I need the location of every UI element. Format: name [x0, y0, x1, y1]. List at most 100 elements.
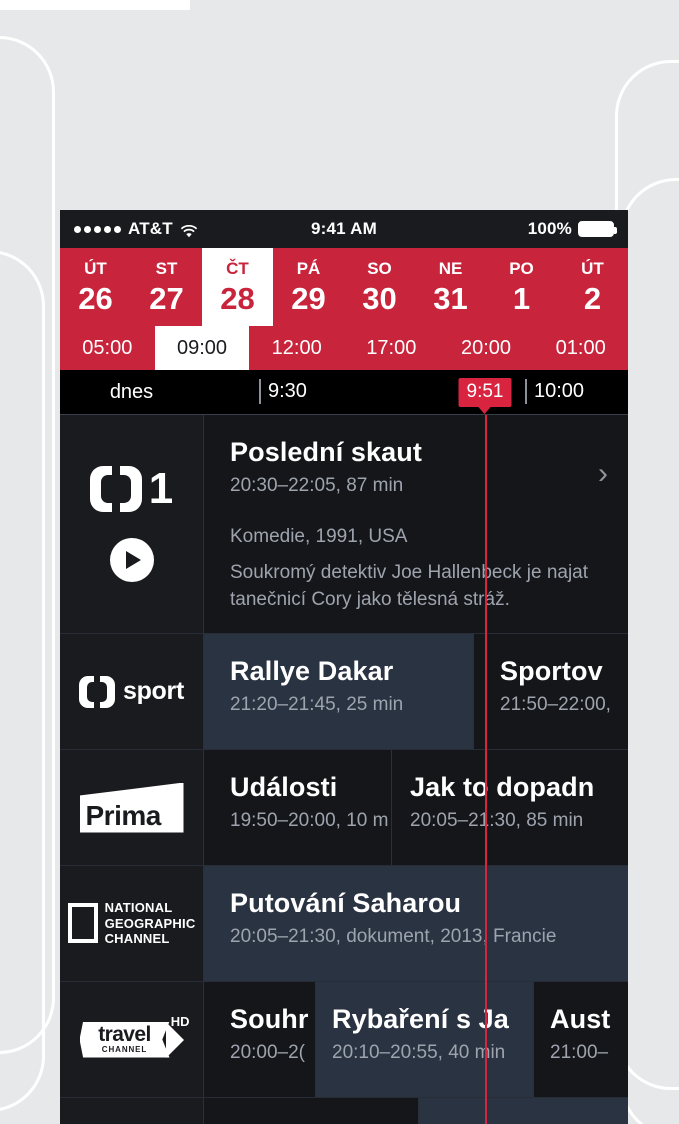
- channel-cell-prima[interactable]: Prima: [60, 750, 203, 865]
- timeline-tick-0: 9:30: [259, 379, 307, 404]
- date-num: 1: [512, 281, 531, 316]
- program-block[interactable]: Aust 21:00–: [533, 982, 628, 1097]
- program-block[interactable]: Poslední skaut 20:30–22:05, 87 min Komed…: [203, 415, 628, 633]
- date-dow: SO: [367, 259, 392, 278]
- hour-item-3[interactable]: 17:00: [344, 326, 439, 370]
- background-white-patch: [0, 0, 190, 10]
- timeline-track[interactable]: 9:30 9:51 10:00: [203, 370, 628, 414]
- program-title: Rybaření s Ja: [332, 1004, 509, 1034]
- natgeo-line-2: GEOGRAPHIC: [104, 915, 196, 931]
- table-row-partial[interactable]: [60, 1098, 628, 1124]
- date-item-6[interactable]: PO 1: [486, 248, 557, 326]
- program-cells: Souhr 20:00–2( Rybaření s Ja 20:10–20:55…: [203, 982, 628, 1097]
- channel-cell-natgeo[interactable]: NATIONAL GEOGRAPHIC CHANNEL: [60, 866, 203, 981]
- program-cells: Události 19:50–20:00, 10 m Jak to dopadn…: [203, 750, 628, 865]
- status-bar-left: AT&T: [74, 219, 311, 239]
- date-item-4[interactable]: SO 30: [344, 248, 415, 326]
- phone-outline-right-b: [620, 178, 679, 1124]
- table-row[interactable]: 1 Poslední skaut 20:30–22:05, 87 min Kom…: [60, 415, 628, 634]
- hour-item-2[interactable]: 12:00: [249, 326, 344, 370]
- program-block[interactable]: Putování Saharou 20:05–21:30, dokument, …: [203, 866, 628, 981]
- program-meta: 21:20–21:45, 25 min: [230, 694, 404, 715]
- program-block[interactable]: [203, 1098, 418, 1124]
- program-grid: 1 Poslední skaut 20:30–22:05, 87 min Kom…: [60, 415, 628, 1124]
- ct-mark-icon: [78, 673, 115, 710]
- date-dow: PÁ: [296, 259, 321, 278]
- date-num: 26: [78, 281, 113, 316]
- program-block[interactable]: Souhr 20:00–2(: [203, 982, 315, 1097]
- date-num: 28: [220, 281, 255, 316]
- table-row[interactable]: Prima Události 19:50–20:00, 10 m Jak to …: [60, 750, 628, 866]
- program-description: Komedie, 1991, USA Soukromý detektiv Joe…: [230, 523, 628, 614]
- program-block[interactable]: [418, 1098, 628, 1124]
- date-num: 2: [583, 281, 602, 316]
- program-title: Sportov: [500, 656, 603, 686]
- prima-logo: Prima: [79, 782, 184, 833]
- hour-item-4[interactable]: 20:00: [439, 326, 534, 370]
- timeline-tick-label: 9:30: [268, 380, 307, 402]
- battery-percent-label: 100%: [527, 219, 572, 238]
- table-row[interactable]: sport Rallye Dakar 21:20–21:45, 25 min S…: [60, 634, 628, 750]
- date-item-2-selected[interactable]: ČT 28: [202, 248, 273, 326]
- ct-mark-icon: [89, 464, 142, 514]
- hour-item-1-selected[interactable]: 09:00: [154, 326, 250, 370]
- date-strip[interactable]: ÚT 26 ST 27 ČT 28 PÁ 29 SO 30 NE 31 PO 1 ÚT 2: [60, 248, 628, 326]
- wifi-icon: [180, 223, 198, 237]
- program-title: Jak to dopadn: [410, 772, 595, 802]
- program-block[interactable]: Rybaření s Ja 20:10–20:55, 40 min: [315, 982, 533, 1097]
- status-bar-right: 100%: [377, 219, 617, 239]
- timeline-ruler[interactable]: dnes 9:30 9:51 10:00: [60, 370, 628, 415]
- channel-name-label: travel: [98, 1022, 151, 1046]
- date-dow: ČT: [226, 259, 249, 278]
- program-title: Putování Saharou: [230, 888, 462, 918]
- table-row[interactable]: travel CHANNEL HD Souhr 20:00–2( Rybařen…: [60, 982, 628, 1098]
- program-block[interactable]: Jak to dopadn 20:05–21:30, 85 min: [391, 750, 628, 865]
- date-num: 27: [149, 281, 184, 316]
- natgeo-line-3: CHANNEL: [104, 931, 170, 947]
- program-cells: [203, 1098, 628, 1124]
- play-icon[interactable]: [109, 538, 154, 582]
- date-num: 29: [291, 281, 326, 316]
- date-dow: PO: [509, 259, 534, 278]
- channel-cell-next[interactable]: [60, 1098, 203, 1124]
- timeline-tick-1: 10:00: [525, 379, 584, 404]
- status-bar: AT&T 9:41 AM 100%: [60, 210, 628, 248]
- travel-channel-logo: travel CHANNEL HD: [79, 1014, 190, 1058]
- channel-name-label: NATIONAL GEOGRAPHIC CHANNEL: [105, 900, 196, 948]
- status-bar-clock: 9:41 AM: [311, 219, 377, 238]
- table-row[interactable]: NATIONAL GEOGRAPHIC CHANNEL Putování Sah…: [60, 866, 628, 982]
- date-item-0[interactable]: ÚT 26: [60, 248, 131, 326]
- ct1-logo: 1: [89, 464, 173, 514]
- program-meta: 20:05–21:30, 85 min: [410, 810, 584, 831]
- carrier-label: AT&T: [128, 219, 173, 238]
- date-dow: ST: [155, 259, 178, 278]
- phone-outline-left-b: [0, 250, 45, 1112]
- channel-name-label: Prima: [85, 799, 162, 831]
- program-meta: 19:50–20:00, 10 m: [230, 810, 389, 831]
- date-item-5[interactable]: NE 31: [415, 248, 486, 326]
- now-time-badge: 9:51: [458, 378, 512, 407]
- signal-dots-icon: [74, 225, 121, 233]
- hour-strip[interactable]: 05:00 09:00 12:00 17:00 20:00 01:00: [60, 326, 628, 370]
- hour-item-0[interactable]: 05:00: [60, 326, 155, 370]
- chevron-right-icon[interactable]: ›: [598, 459, 608, 489]
- channel-cell-ct-sport[interactable]: sport: [60, 634, 203, 749]
- hour-item-5[interactable]: 01:00: [533, 326, 628, 370]
- program-meta: 20:30–22:05, 87 min: [230, 475, 404, 496]
- natgeo-logo: NATIONAL GEOGRAPHIC CHANNEL: [67, 900, 196, 948]
- program-block[interactable]: Sportov 21:50–22:00,: [473, 634, 628, 749]
- channel-cell-ct1[interactable]: 1: [60, 415, 203, 633]
- program-cells: Rallye Dakar 21:20–21:45, 25 min Sportov…: [203, 634, 628, 749]
- program-block[interactable]: Rallye Dakar 21:20–21:45, 25 min: [203, 634, 473, 749]
- program-block[interactable]: Události 19:50–20:00, 10 m: [203, 750, 391, 865]
- battery-icon: [578, 221, 617, 237]
- program-title: Rallye Dakar: [230, 656, 394, 686]
- channel-cell-travel[interactable]: travel CHANNEL HD: [60, 982, 203, 1097]
- date-item-1[interactable]: ST 27: [131, 248, 202, 326]
- program-meta: 20:00–2(: [230, 1042, 306, 1063]
- date-item-7[interactable]: ÚT 2: [557, 248, 628, 326]
- date-item-3[interactable]: PÁ 29: [273, 248, 344, 326]
- channel-name-label: sport: [122, 677, 184, 705]
- timeline-tick-label: 10:00: [534, 380, 585, 402]
- date-num: 30: [362, 281, 397, 316]
